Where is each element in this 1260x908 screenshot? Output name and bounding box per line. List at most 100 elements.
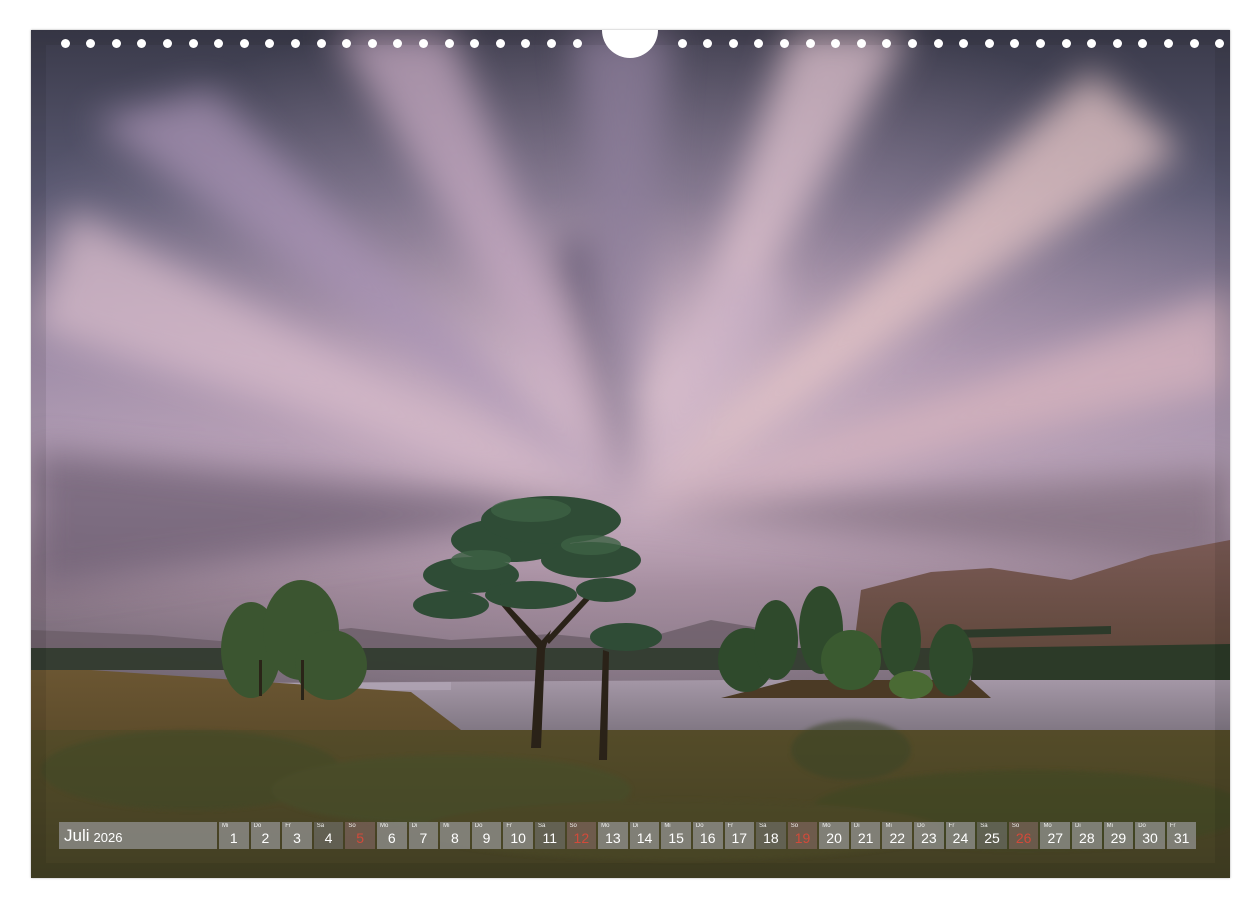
day-cell: Mi 22 [882, 822, 913, 849]
day-number: 19 [794, 830, 811, 846]
day-cell: Fr 10 [503, 822, 533, 849]
binding-hole [1112, 39, 1122, 48]
day-abbr: Do [695, 823, 704, 829]
day-cell: Mi 1 [219, 822, 249, 849]
day-cell: Mo 20 [819, 822, 849, 849]
day-number: 18 [763, 830, 779, 846]
binding-hole [882, 39, 892, 48]
day-number: 20 [826, 830, 842, 846]
day-abbr: So [348, 823, 356, 829]
day-abbr: Do [917, 823, 925, 829]
calendar-page: Juli 2026 Mi 1 Do 2 Fr 3 Sa 4 So 5 Mo 6 Di 7 Mi 8 Do 9 Fr 1… [0, 0, 1260, 908]
binding-hole [444, 39, 454, 48]
day-cell: Do 23 [914, 822, 944, 849]
day-abbr: Mi [885, 823, 892, 829]
day-number: 17 [731, 830, 748, 846]
day-abbr: Do [253, 823, 262, 829]
binding-hole [677, 39, 687, 48]
day-abbr: Mo [601, 823, 610, 829]
day-number: 3 [293, 830, 301, 846]
day-number: 1 [229, 830, 238, 846]
binding-hole [1215, 39, 1225, 48]
month-year: 2026 [93, 829, 123, 845]
binding-hole [1010, 39, 1020, 48]
day-number: 5 [356, 830, 365, 846]
day-abbr: So [569, 823, 577, 829]
day-cell: Sa 4 [313, 822, 344, 849]
day-abbr: Mo [1043, 823, 1052, 829]
binding-hole [521, 39, 531, 48]
day-abbr: So [1011, 823, 1020, 829]
binding-hole [86, 39, 96, 48]
day-number: 15 [668, 830, 684, 846]
day-abbr: Di [632, 823, 639, 829]
day-cell: Do 30 [1135, 822, 1165, 849]
binding-hole [703, 39, 713, 48]
binding-hole [1035, 39, 1045, 48]
binding-hole [984, 39, 994, 48]
day-number: 8 [451, 830, 459, 846]
binding-hole [959, 39, 969, 48]
day-cell: Mo 27 [1040, 822, 1071, 849]
day-cell: Mi 8 [440, 822, 470, 849]
day-cell: Sa 18 [756, 822, 786, 849]
binding-hole [393, 39, 403, 48]
day-abbr: Mo [379, 823, 389, 829]
day-cell: Sa 25 [977, 822, 1007, 849]
day-number: 6 [387, 830, 396, 846]
day-number: 16 [699, 830, 716, 846]
day-cell: So 26 [1008, 822, 1039, 849]
day-cell: Fr 24 [945, 822, 976, 849]
binding-hole [137, 39, 147, 48]
binding-hole [1138, 39, 1148, 48]
day-cell: Fr 17 [724, 822, 755, 849]
day-abbr: Mi [222, 823, 229, 829]
binding-hole [754, 39, 764, 48]
day-abbr: Fr [506, 823, 513, 829]
binding-hole [342, 39, 352, 48]
day-abbr: So [790, 823, 799, 829]
day-abbr: Di [411, 823, 418, 829]
day-number: 25 [984, 830, 1000, 846]
binding-hole [933, 39, 943, 48]
day-abbr: Mo [822, 823, 831, 829]
day-cell: Di 28 [1072, 822, 1102, 849]
day-abbr: Fr [948, 823, 955, 829]
binding-hole [367, 39, 377, 48]
day-cell: Fr 3 [282, 822, 312, 849]
binding-hole [1163, 39, 1173, 48]
day-abbr: Sa [316, 823, 325, 829]
day-number: 9 [482, 830, 491, 846]
day-number: 11 [542, 830, 557, 846]
day-number: 14 [636, 830, 653, 846]
binding-hole [1189, 39, 1199, 48]
landscape-illustration [31, 30, 1230, 878]
day-abbr: Di [853, 823, 860, 829]
day-abbr: Mi [1106, 823, 1113, 829]
binding-hole [290, 39, 300, 48]
day-number: 12 [573, 830, 590, 846]
day-abbr: Do [474, 823, 483, 829]
day-number: 7 [419, 830, 428, 846]
binding-hole [546, 39, 556, 48]
day-cell: Do 9 [471, 822, 502, 849]
landscape-photo [31, 30, 1230, 878]
binding-hole [316, 39, 326, 48]
binding-hole [728, 39, 738, 48]
day-abbr: Di [1075, 823, 1081, 829]
day-number: 4 [324, 830, 333, 846]
day-number: 27 [1047, 830, 1064, 846]
binding-hole [111, 39, 121, 48]
binding-hole [265, 39, 275, 48]
day-number: 13 [605, 830, 621, 846]
day-abbr: Sa [980, 823, 988, 829]
binding-hole [162, 39, 172, 48]
day-cell: Di 14 [629, 822, 660, 849]
day-number: 2 [261, 830, 270, 846]
day-abbr: Fr [285, 823, 291, 829]
day-abbr: Sa [759, 823, 767, 829]
day-number: 30 [1142, 830, 1158, 846]
binding-hole [60, 39, 70, 48]
binding-hole [856, 39, 866, 48]
month-name: Juli [64, 825, 90, 845]
